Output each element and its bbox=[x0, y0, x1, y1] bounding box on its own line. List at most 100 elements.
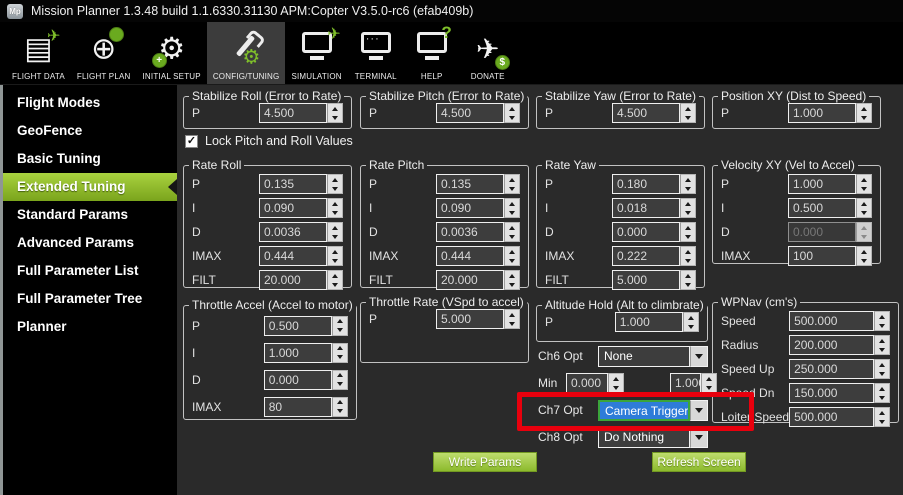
spin-up-icon[interactable] bbox=[332, 107, 338, 111]
param-value[interactable]: 500.000 bbox=[789, 407, 874, 427]
stab-roll-p-input[interactable]: 4.500 bbox=[259, 103, 343, 123]
param-value[interactable]: 100 bbox=[788, 246, 856, 266]
spin-down-icon[interactable] bbox=[337, 409, 343, 413]
spin-up-icon[interactable] bbox=[861, 178, 867, 182]
spin-up-icon[interactable] bbox=[332, 250, 338, 254]
lock-pitch-roll-checkbox[interactable]: ✓ Lock Pitch and Roll Values bbox=[185, 134, 353, 148]
param-value[interactable]: 0.018 bbox=[612, 198, 680, 218]
param-value[interactable]: 0.0036 bbox=[436, 222, 504, 242]
spin-down-icon[interactable] bbox=[509, 187, 515, 191]
spinner[interactable] bbox=[332, 370, 348, 390]
rate-yaw-filt-input[interactable]: 5.000 bbox=[612, 270, 696, 290]
checkbox-checked-icon[interactable]: ✓ bbox=[185, 135, 198, 148]
spin-down-icon[interactable] bbox=[337, 355, 343, 359]
param-value[interactable]: 0.000 bbox=[612, 222, 680, 242]
toolbar-initial-setup[interactable]: ⚙+ INITIAL SETUP bbox=[137, 22, 207, 84]
spin-up-icon[interactable] bbox=[332, 274, 338, 278]
spin-down-icon[interactable] bbox=[509, 211, 515, 215]
spin-down-icon[interactable] bbox=[509, 322, 515, 326]
param-value[interactable]: 5.000 bbox=[612, 270, 680, 290]
rate-yaw-i-input[interactable]: 0.018 bbox=[612, 198, 696, 218]
toolbar-flight-data[interactable]: ▤✈ FLIGHT DATA bbox=[6, 22, 71, 84]
param-value[interactable]: 0.180 bbox=[612, 174, 680, 194]
spin-up-icon[interactable] bbox=[706, 377, 712, 381]
spin-down-icon[interactable] bbox=[685, 283, 691, 287]
spin-up-icon[interactable] bbox=[337, 319, 343, 323]
spin-down-icon[interactable] bbox=[509, 235, 515, 239]
dropdown-arrow-icon[interactable] bbox=[690, 400, 708, 421]
spin-down-icon[interactable] bbox=[509, 259, 515, 263]
spinner[interactable] bbox=[327, 103, 343, 123]
spinner[interactable] bbox=[332, 343, 348, 363]
spin-up-icon[interactable] bbox=[879, 363, 885, 367]
spin-down-icon[interactable] bbox=[879, 324, 885, 328]
spin-up-icon[interactable] bbox=[688, 316, 694, 320]
spin-down-icon[interactable] bbox=[706, 386, 712, 390]
param-value[interactable]: 0.000 bbox=[264, 370, 332, 390]
param-value[interactable]: 200.000 bbox=[789, 335, 874, 355]
sidebar-item-basic-tuning[interactable]: Basic Tuning bbox=[3, 145, 177, 173]
spin-up-icon[interactable] bbox=[861, 250, 867, 254]
spin-up-icon[interactable] bbox=[337, 400, 343, 404]
toolbar-terminal[interactable]: ··· TERMINAL bbox=[348, 22, 404, 84]
spin-down-icon[interactable] bbox=[879, 420, 885, 424]
rate-pitch-filt-input[interactable]: 20.000 bbox=[436, 270, 520, 290]
wpnav-radius-input[interactable]: 200.000 bbox=[789, 335, 890, 355]
dropdown-arrow-icon[interactable] bbox=[690, 427, 708, 448]
spin-down-icon[interactable] bbox=[685, 116, 691, 120]
spin-down-icon[interactable] bbox=[332, 259, 338, 263]
spin-up-icon[interactable] bbox=[613, 377, 619, 381]
spin-down-icon[interactable] bbox=[685, 211, 691, 215]
param-value[interactable]: 20.000 bbox=[436, 270, 504, 290]
ch6-min-input[interactable]: 0.000 bbox=[566, 373, 624, 393]
throttle-accel-p-input[interactable]: 0.500 bbox=[264, 316, 348, 336]
param-value[interactable]: 1.000 bbox=[615, 312, 683, 332]
rate-pitch-d-input[interactable]: 0.0036 bbox=[436, 222, 520, 242]
spinner[interactable] bbox=[504, 103, 520, 123]
param-value[interactable]: 250.000 bbox=[789, 359, 874, 379]
spin-up-icon[interactable] bbox=[879, 411, 885, 415]
stab-yaw-p-input[interactable]: 4.500 bbox=[612, 103, 696, 123]
spinner[interactable] bbox=[504, 198, 520, 218]
rate-yaw-d-input[interactable]: 0.000 bbox=[612, 222, 696, 242]
sidebar-item-geofence[interactable]: GeoFence bbox=[3, 117, 177, 145]
spin-down-icon[interactable] bbox=[688, 325, 694, 329]
ch6-max-input[interactable]: 1.000 bbox=[670, 373, 717, 393]
spinner[interactable] bbox=[327, 174, 343, 194]
param-value[interactable]: 4.500 bbox=[612, 103, 680, 123]
spinner[interactable] bbox=[874, 407, 890, 427]
rate-pitch-i-input[interactable]: 0.090 bbox=[436, 198, 520, 218]
spin-up-icon[interactable] bbox=[685, 202, 691, 206]
spin-down-icon[interactable] bbox=[337, 382, 343, 386]
wpnav-speed-up-input[interactable]: 250.000 bbox=[789, 359, 890, 379]
throttle-accel-imax-input[interactable]: 80 bbox=[264, 397, 348, 417]
param-value[interactable]: 0.090 bbox=[436, 198, 504, 218]
spin-up-icon[interactable] bbox=[332, 202, 338, 206]
spinner[interactable] bbox=[874, 359, 890, 379]
sidebar-item-full-parameter-tree[interactable]: Full Parameter Tree bbox=[3, 285, 177, 313]
spin-down-icon[interactable] bbox=[861, 187, 867, 191]
spinner[interactable] bbox=[332, 316, 348, 336]
sidebar-item-flight-modes[interactable]: Flight Modes bbox=[3, 89, 177, 117]
param-value[interactable]: 20.000 bbox=[259, 270, 327, 290]
spinner[interactable] bbox=[327, 270, 343, 290]
rate-yaw-imax-input[interactable]: 0.222 bbox=[612, 246, 696, 266]
spinner[interactable] bbox=[327, 222, 343, 242]
spin-up-icon[interactable] bbox=[879, 339, 885, 343]
spin-up-icon[interactable] bbox=[509, 313, 515, 317]
velocity-xy-imax-input[interactable]: 100 bbox=[788, 246, 872, 266]
spin-up-icon[interactable] bbox=[861, 107, 867, 111]
param-value[interactable]: 0.222 bbox=[612, 246, 680, 266]
spin-down-icon[interactable] bbox=[509, 116, 515, 120]
spinner[interactable] bbox=[874, 311, 890, 331]
spinner[interactable] bbox=[504, 309, 520, 329]
toolbar-config-tuning[interactable]: ⚙ CONFIG/TUNING bbox=[207, 22, 286, 84]
spinner[interactable] bbox=[680, 174, 696, 194]
spin-down-icon[interactable] bbox=[685, 187, 691, 191]
spinner[interactable] bbox=[327, 198, 343, 218]
spinner[interactable] bbox=[332, 397, 348, 417]
spinner[interactable] bbox=[680, 222, 696, 242]
param-value[interactable]: 4.500 bbox=[436, 103, 504, 123]
throttle-rate-p-input[interactable]: 5.000 bbox=[436, 309, 520, 329]
sidebar-item-standard-params[interactable]: Standard Params bbox=[3, 201, 177, 229]
